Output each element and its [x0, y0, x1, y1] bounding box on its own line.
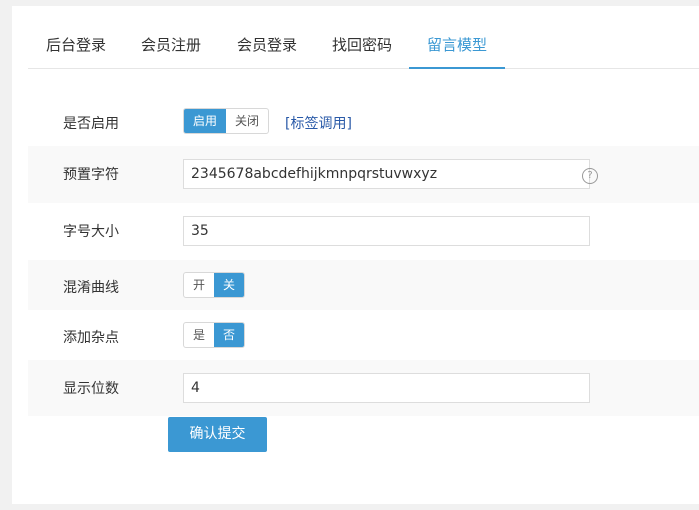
row-noise: 添加杂点 是 否 [28, 310, 699, 360]
noise-toggle[interactable]: 是 否 [183, 322, 246, 348]
digits-input[interactable]: 4 [183, 373, 590, 403]
curve-on-option[interactable]: 开 [184, 273, 214, 297]
enable-label: 是否启用 [63, 116, 119, 132]
enable-toggle[interactable]: 启用 关闭 [183, 108, 270, 134]
row-charset: 预置字符 2345678abcdefhijkmnpqrstuvwxyz ? [28, 146, 699, 203]
noise-no-option[interactable]: 否 [214, 323, 245, 347]
charset-input[interactable]: 2345678abcdefhijkmnpqrstuvwxyz [183, 159, 590, 189]
tab-admin-login[interactable]: 后台登录 [44, 6, 108, 68]
font-size-label: 字号大小 [63, 224, 119, 240]
row-font-size: 字号大小 35 [28, 203, 699, 260]
tab-message-model[interactable]: 留言模型 [409, 6, 505, 69]
tab-member-register[interactable]: 会员注册 [139, 6, 203, 68]
charset-label: 预置字符 [63, 167, 119, 183]
submit-button[interactable]: 确认提交 [168, 417, 267, 452]
tab-recover-password[interactable]: 找回密码 [330, 6, 394, 68]
enable-on-option[interactable]: 启用 [184, 109, 227, 133]
digits-label: 显示位数 [63, 381, 119, 397]
curve-label: 混淆曲线 [63, 280, 119, 296]
font-size-input[interactable]: 35 [183, 216, 590, 246]
settings-panel: 后台登录 会员注册 会员登录 找回密码 留言模型 是否启用 启用 关闭 [标签调… [12, 6, 699, 504]
tag-call-link[interactable]: [标签调用] [285, 113, 352, 133]
row-curve: 混淆曲线 开 关 [28, 260, 699, 310]
row-digits: 显示位数 4 [28, 360, 699, 416]
noise-label: 添加杂点 [63, 330, 119, 346]
noise-yes-option[interactable]: 是 [184, 323, 214, 347]
tab-member-login[interactable]: 会员登录 [235, 6, 299, 68]
tab-bar: 后台登录 会员注册 会员登录 找回密码 留言模型 [28, 6, 699, 69]
row-enable: 是否启用 启用 关闭 [标签调用] [28, 92, 699, 146]
help-icon[interactable]: ? [582, 168, 598, 184]
enable-off-option[interactable]: 关闭 [226, 109, 268, 133]
curve-off-option[interactable]: 关 [214, 273, 245, 297]
curve-toggle[interactable]: 开 关 [183, 272, 246, 298]
